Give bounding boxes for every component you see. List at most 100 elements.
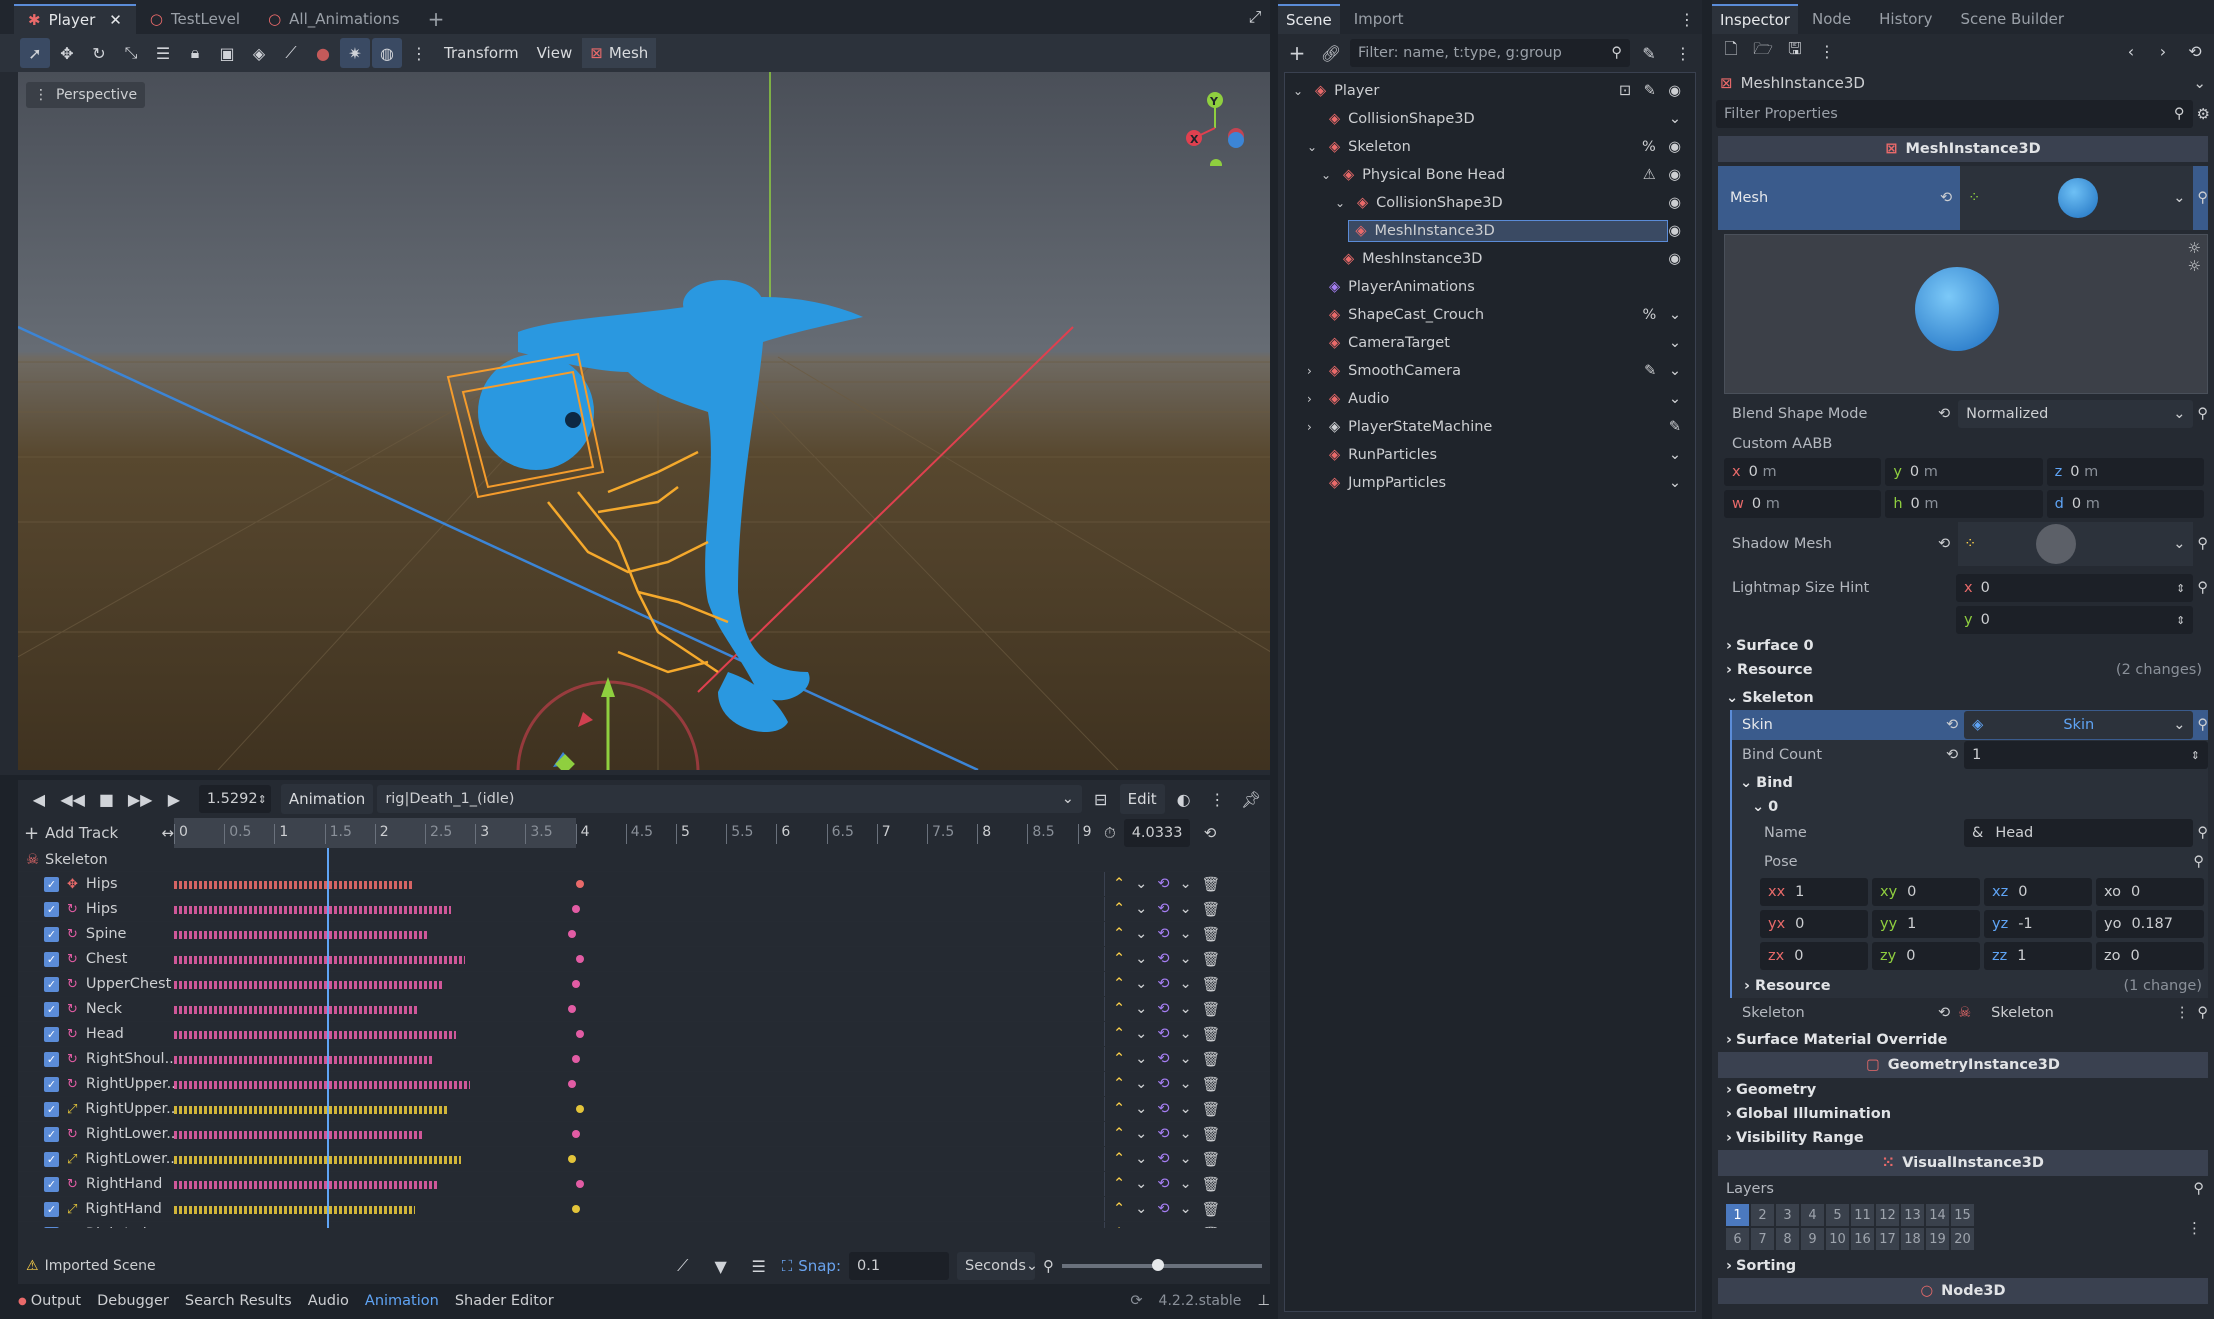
move-tool-icon[interactable]: ✥	[52, 38, 82, 68]
tab-debugger[interactable]: Debugger	[97, 1293, 169, 1309]
pin-property-icon[interactable]: ⚲	[2197, 406, 2208, 422]
pin-property-icon[interactable]: ⚲	[2197, 825, 2208, 841]
layer-toggle[interactable]: 17	[1876, 1228, 1899, 1250]
interpolation-icon[interactable]: ⌃	[1113, 976, 1125, 992]
interpolation-icon[interactable]: ⌃	[1113, 1076, 1125, 1092]
node-status-icons[interactable]: ◉	[1668, 223, 1685, 239]
bind-name-input[interactable]: & Head	[1964, 819, 2194, 847]
scale-tool-icon[interactable]: ⤡	[116, 38, 146, 68]
node-status-icons[interactable]: ⌄	[1669, 391, 1685, 407]
track-group-skeleton[interactable]: ☠ Skeleton	[18, 848, 1270, 872]
interpolation-icon[interactable]: ⌃	[1113, 1026, 1125, 1042]
track-enabled-checkbox[interactable]: ✓	[44, 1201, 59, 1217]
track-end-key[interactable]	[568, 1080, 576, 1088]
mesh-resource-picker[interactable]: ⁘ ⌄	[1960, 166, 2194, 230]
zoom-handle[interactable]	[1152, 1259, 1164, 1271]
bind-count-property[interactable]: Bind Count ⟲ 1 ⇕	[1732, 740, 2208, 770]
aabb-y[interactable]: y0 m	[1885, 458, 2043, 486]
track-end-key[interactable]	[576, 880, 584, 888]
resource-section[interactable]: › Resource (2 changes)	[1718, 658, 2208, 682]
delete-track-icon[interactable]: 🗑︎	[1202, 876, 1220, 893]
layer-toggle[interactable]: 9	[1801, 1228, 1824, 1250]
revert-icon[interactable]: ⟲	[1938, 1005, 1950, 1021]
tab-all-animations[interactable]: ○ All_Animations	[254, 4, 413, 34]
object-selector[interactable]: ⊠ MeshInstance3D ⌄	[1712, 68, 2214, 98]
more-options-icon[interactable]: ⋮	[1202, 784, 1232, 814]
chevron-down-icon[interactable]: ⌄	[1179, 1201, 1191, 1217]
scene-tree-item[interactable]: ◈ MeshInstance3D ◉	[1285, 245, 1695, 273]
track-keyframes[interactable]	[174, 1081, 470, 1089]
delete-track-icon[interactable]: 🗑︎	[1202, 1101, 1220, 1118]
3d-viewport[interactable]: ⋮ Perspective Y X	[18, 72, 1270, 770]
track-keyframes[interactable]	[174, 1131, 424, 1139]
track-row[interactable]: ✓ ↻ Hips ⌃ ⌄ ⟲ ⌄ 🗑︎	[18, 897, 1270, 922]
pin-property-icon[interactable]: ⚲	[2193, 1181, 2204, 1197]
skin-property[interactable]: Skin ⟲ ◈ Skin ⌄ ⚲	[1732, 710, 2208, 740]
more-options-icon[interactable]: ⋮	[1668, 38, 1698, 68]
skeleton-section[interactable]: ⌄ Skeleton	[1718, 686, 2208, 710]
chevron-down-icon[interactable]: ⌄	[1179, 1101, 1191, 1117]
track-keyframes[interactable]	[174, 1206, 415, 1214]
track-enabled-checkbox[interactable]: ✓	[44, 926, 59, 942]
track-enabled-checkbox[interactable]: ✓	[44, 1026, 59, 1042]
pose-xo[interactable]: xo 0	[2096, 878, 2204, 906]
delete-track-icon[interactable]: 🗑︎	[1202, 951, 1220, 968]
delete-track-icon[interactable]: 🗑︎	[1202, 976, 1220, 993]
blend-shape-mode-select[interactable]: Normalized ⌄	[1958, 400, 2194, 428]
bind-section[interactable]: ⌄ Bind	[1732, 770, 2208, 796]
loop-wrap-icon[interactable]: ⟲	[1157, 976, 1169, 992]
ruler-icon[interactable]: ⟋	[276, 38, 306, 68]
track-enabled-checkbox[interactable]: ✓	[44, 951, 59, 967]
node-status-icons[interactable]: ◉	[1668, 251, 1685, 267]
chevron-down-icon[interactable]: ⌄	[1135, 876, 1147, 892]
chevron-down-icon[interactable]: ⌄	[1135, 1051, 1147, 1067]
add-tab-button[interactable]: +	[414, 4, 459, 34]
track-enabled-checkbox[interactable]: ✓	[44, 1151, 59, 1167]
node-status-icons[interactable]: ◉	[1668, 195, 1685, 211]
pose-xy[interactable]: xy 0	[1872, 878, 1980, 906]
delete-track-icon[interactable]: 🗑︎	[1202, 1151, 1220, 1168]
visibility-range-section[interactable]: › Visibility Range	[1718, 1126, 2208, 1150]
track-row[interactable]: ✓ ↻ UpperChest ⌃ ⌄ ⟲ ⌄ 🗑︎	[18, 972, 1270, 997]
layer-toggle[interactable]: 8	[1776, 1228, 1799, 1250]
track-keyframes[interactable]	[174, 1156, 461, 1164]
track-keyframes[interactable]	[174, 1006, 419, 1014]
layer-toggle[interactable]: 4	[1801, 1204, 1824, 1226]
chevron-down-icon[interactable]: ⌄	[1179, 1001, 1191, 1017]
track-enabled-checkbox[interactable]: ✓	[44, 1051, 59, 1067]
more-options-icon[interactable]: ⋮	[1812, 36, 1842, 66]
scene-tree-item[interactable]: ◈ MeshInstance3D ◉	[1285, 217, 1695, 245]
interpolation-icon[interactable]: ⌃	[1113, 951, 1125, 967]
chevron-down-icon[interactable]: ⌄	[1135, 1001, 1147, 1017]
track-end-key[interactable]	[568, 1155, 576, 1163]
delete-track-icon[interactable]: 🗑︎	[1202, 1201, 1220, 1218]
revert-icon[interactable]: ⟲	[1946, 717, 1958, 733]
animation-selector[interactable]: rig|Death_1_(idle) ⌄	[377, 785, 1082, 813]
node-status-icons[interactable]: % ◉	[1642, 139, 1685, 155]
track-keyframes[interactable]	[174, 931, 428, 939]
track-end-key[interactable]	[568, 1005, 576, 1013]
scene-tree-item[interactable]: ⌄ ◈ CollisionShape3D ◉	[1285, 189, 1695, 217]
scene-tree-item[interactable]: ⌄ ◈ Player ⊡ ✎ ◉	[1285, 77, 1695, 105]
scene-tree-item[interactable]: ⌄ ◈ Skeleton % ◉	[1285, 133, 1695, 161]
interpolation-icon[interactable]: ⌃	[1113, 1001, 1125, 1017]
edit-menu[interactable]: Edit	[1119, 784, 1165, 814]
track-row[interactable]: ✓ ⤢ RightLower... ⌃ ⌄ ⟲ ⌄ 🗑︎	[18, 1147, 1270, 1172]
imported-scene-warning[interactable]: ⚠ Imported Scene	[26, 1258, 156, 1274]
skeleton-path-property[interactable]: Skeleton ⟲ ☠ Skeleton ⋮ ⚲	[1718, 998, 2208, 1028]
node-status-icons[interactable]: % ⌄	[1642, 307, 1685, 323]
track-end-key[interactable]	[572, 1055, 580, 1063]
scene-filter-input[interactable]: Filter: name, t:type, g:group ⚲	[1350, 39, 1630, 67]
loop-wrap-icon[interactable]: ⟲	[1157, 1126, 1169, 1142]
layer-toggle[interactable]: 1	[1726, 1204, 1749, 1226]
track-row[interactable]: ✓ ⤢ RightHand ⌃ ⌄ ⟲ ⌄ 🗑︎	[18, 1197, 1270, 1222]
scene-tree-item[interactable]: › ◈ Audio ⌄	[1285, 385, 1695, 413]
loop-wrap-icon[interactable]: ⟲	[1157, 1101, 1169, 1117]
track-keyframes[interactable]	[174, 1106, 447, 1114]
chevron-down-icon[interactable]: ⌄	[1135, 1151, 1147, 1167]
chevron-down-icon[interactable]: ⌄	[1135, 1201, 1147, 1217]
stop-icon[interactable]: ■	[92, 784, 122, 814]
chevron-down-icon[interactable]: ⌄	[1179, 1051, 1191, 1067]
chevron-down-icon[interactable]: ⌄	[1179, 951, 1191, 967]
loop-wrap-icon[interactable]: ⟲	[1157, 951, 1169, 967]
